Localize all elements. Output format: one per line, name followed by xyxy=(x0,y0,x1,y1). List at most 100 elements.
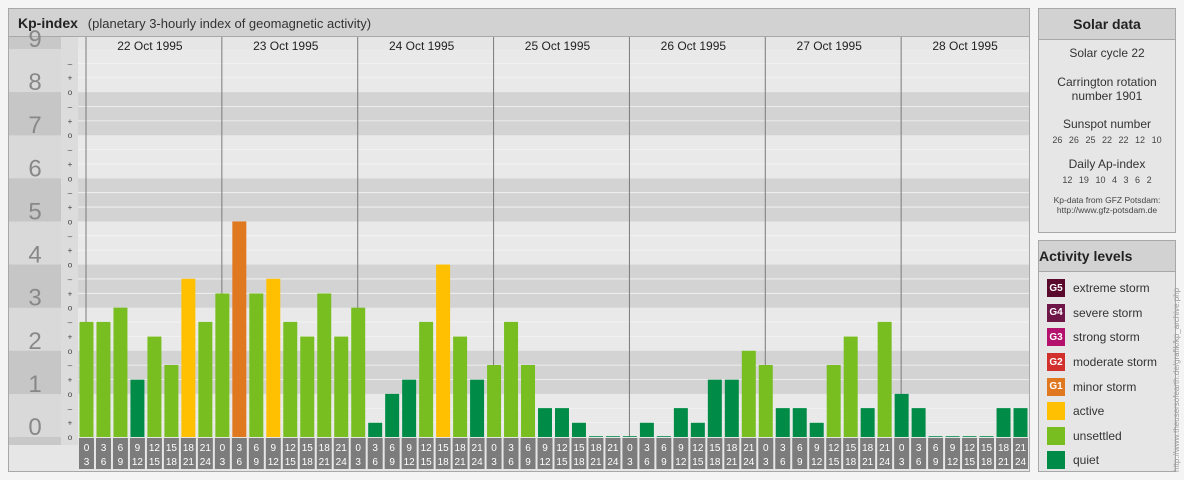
interval-end-label: 24 xyxy=(336,457,348,468)
minor-tick-label: + xyxy=(68,160,73,169)
level-label: strong storm xyxy=(1073,330,1140,345)
minor-tick-label: + xyxy=(68,203,73,212)
ap-index-value: 10 xyxy=(1095,175,1106,185)
kp-bar xyxy=(164,365,179,437)
interval-start-label: 12 xyxy=(285,443,297,454)
interval-start-label: 0 xyxy=(899,443,905,454)
kp-bar xyxy=(351,307,366,437)
kp-bar xyxy=(673,408,688,437)
sunspot-value: 26 xyxy=(1068,135,1079,145)
interval-end-label: 3 xyxy=(84,457,90,468)
minor-tick-label: o xyxy=(68,217,73,226)
interval-start-label: 6 xyxy=(525,443,531,454)
interval-start-label: 0 xyxy=(763,443,769,454)
minor-tick-label: – xyxy=(68,318,73,327)
sunspot-title: Sunspot number xyxy=(1062,117,1152,131)
kp-bar xyxy=(622,436,637,437)
kp-bar xyxy=(419,321,434,437)
level-swatch xyxy=(1047,426,1065,445)
kp-bar xyxy=(113,307,128,437)
activity-level-item: unsettled xyxy=(1039,424,1175,449)
interval-end-label: 21 xyxy=(590,457,602,468)
interval-start-label: 15 xyxy=(573,443,585,454)
interval-end-label: 21 xyxy=(183,457,195,468)
interval-end-label: 18 xyxy=(438,457,450,468)
source-link[interactable]: http://www.gfz-potsdam.de xyxy=(1039,205,1175,215)
interval-start-label: 18 xyxy=(590,443,602,454)
interval-start-label: 21 xyxy=(743,443,755,454)
interval-end-label: 3 xyxy=(491,457,497,468)
minor-tick-label: o xyxy=(68,433,73,442)
minor-tick-label: + xyxy=(68,419,73,428)
level-label: quiet xyxy=(1073,453,1100,468)
interval-end-label: 9 xyxy=(661,457,667,468)
interval-end-label: 21 xyxy=(455,457,467,468)
minor-tick-label: o xyxy=(68,347,73,356)
kp-bar xyxy=(334,336,349,437)
interval-start-label: 3 xyxy=(101,443,107,454)
minor-tick-label: o xyxy=(68,131,73,140)
sunspot-value: 22 xyxy=(1118,135,1129,145)
interval-end-label: 9 xyxy=(389,457,395,468)
interval-end-label: 18 xyxy=(981,457,993,468)
interval-start-label: 18 xyxy=(183,443,195,454)
interval-end-label: 12 xyxy=(675,457,687,468)
interval-start-label: 0 xyxy=(84,443,90,454)
activity-level-item: G1 minor storm xyxy=(1039,374,1175,399)
ap-index-value: 4 xyxy=(1111,175,1117,185)
kp-bar xyxy=(758,365,773,437)
interval-end-label: 6 xyxy=(237,457,243,468)
kp-bar xyxy=(877,321,892,437)
ap-index-values: 12 19 10 4 3 6 2 xyxy=(1039,175,1175,185)
interval-start-label: 3 xyxy=(508,443,514,454)
interval-start-label: 15 xyxy=(709,443,721,454)
kp-bar xyxy=(707,379,722,437)
interval-end-label: 24 xyxy=(1015,457,1027,468)
interval-start-label: 0 xyxy=(355,443,361,454)
interval-end-label: 9 xyxy=(797,457,803,468)
interval-end-label: 12 xyxy=(947,457,959,468)
interval-start-label: 15 xyxy=(438,443,450,454)
sunspot-value: 26 xyxy=(1052,135,1063,145)
kp-bar-chart: 0123456789o+–o+–o+–o+–o+–o+–o+–o+–o+–22 … xyxy=(9,26,1029,469)
activity-levels-list: G5 extreme storm G4 severe storm G3 strong st… xyxy=(1039,272,1175,473)
minor-tick-label: – xyxy=(68,275,73,284)
level-label: minor storm xyxy=(1073,379,1137,394)
interval-end-label: 15 xyxy=(964,457,976,468)
day-label: 28 Oct 1995 xyxy=(932,39,998,53)
interval-start-label: 12 xyxy=(692,443,704,454)
kp-band xyxy=(78,49,1029,93)
level-label: severe storm xyxy=(1073,305,1143,320)
activity-level-item: G4 severe storm xyxy=(1039,301,1175,326)
ap-index-value: 2 xyxy=(1146,175,1152,185)
interval-end-label: 3 xyxy=(355,457,361,468)
kp-bar xyxy=(470,379,485,437)
solar-cycle: Solar cycle 22 xyxy=(1069,46,1145,60)
interval-end-label: 21 xyxy=(319,457,331,468)
interval-end-label: 12 xyxy=(268,457,280,468)
interval-start-label: 0 xyxy=(220,443,226,454)
kp-bar xyxy=(368,422,383,437)
sunspot-values: 26 26 25 22 22 12 10 xyxy=(1039,135,1175,145)
level-label: unsettled xyxy=(1073,428,1122,443)
interval-start-label: 21 xyxy=(607,443,619,454)
ap-index-value: 19 xyxy=(1078,175,1089,185)
activity-level-item: G3 strong storm xyxy=(1039,325,1175,350)
kp-bar xyxy=(487,365,502,437)
kp-bar xyxy=(96,321,111,437)
kp-chart-panel: Kp-index (planetary 3-hourly index of ge… xyxy=(8,8,1030,472)
interval-end-label: 18 xyxy=(302,457,314,468)
minor-tick-label: – xyxy=(68,189,73,198)
interval-start-label: 6 xyxy=(933,443,939,454)
y-tick-label: 5 xyxy=(28,198,41,225)
interval-start-label: 9 xyxy=(271,443,277,454)
kp-bar xyxy=(894,393,909,437)
day-label: 27 Oct 1995 xyxy=(797,39,863,53)
minor-tick-label: o xyxy=(68,174,73,183)
interval-end-label: 3 xyxy=(220,457,226,468)
kp-bar xyxy=(130,379,145,437)
kp-bar xyxy=(249,293,264,437)
activity-level-item: G2 moderate storm xyxy=(1039,350,1175,375)
sunspot-value: 12 xyxy=(1135,135,1146,145)
interval-start-label: 9 xyxy=(542,443,548,454)
